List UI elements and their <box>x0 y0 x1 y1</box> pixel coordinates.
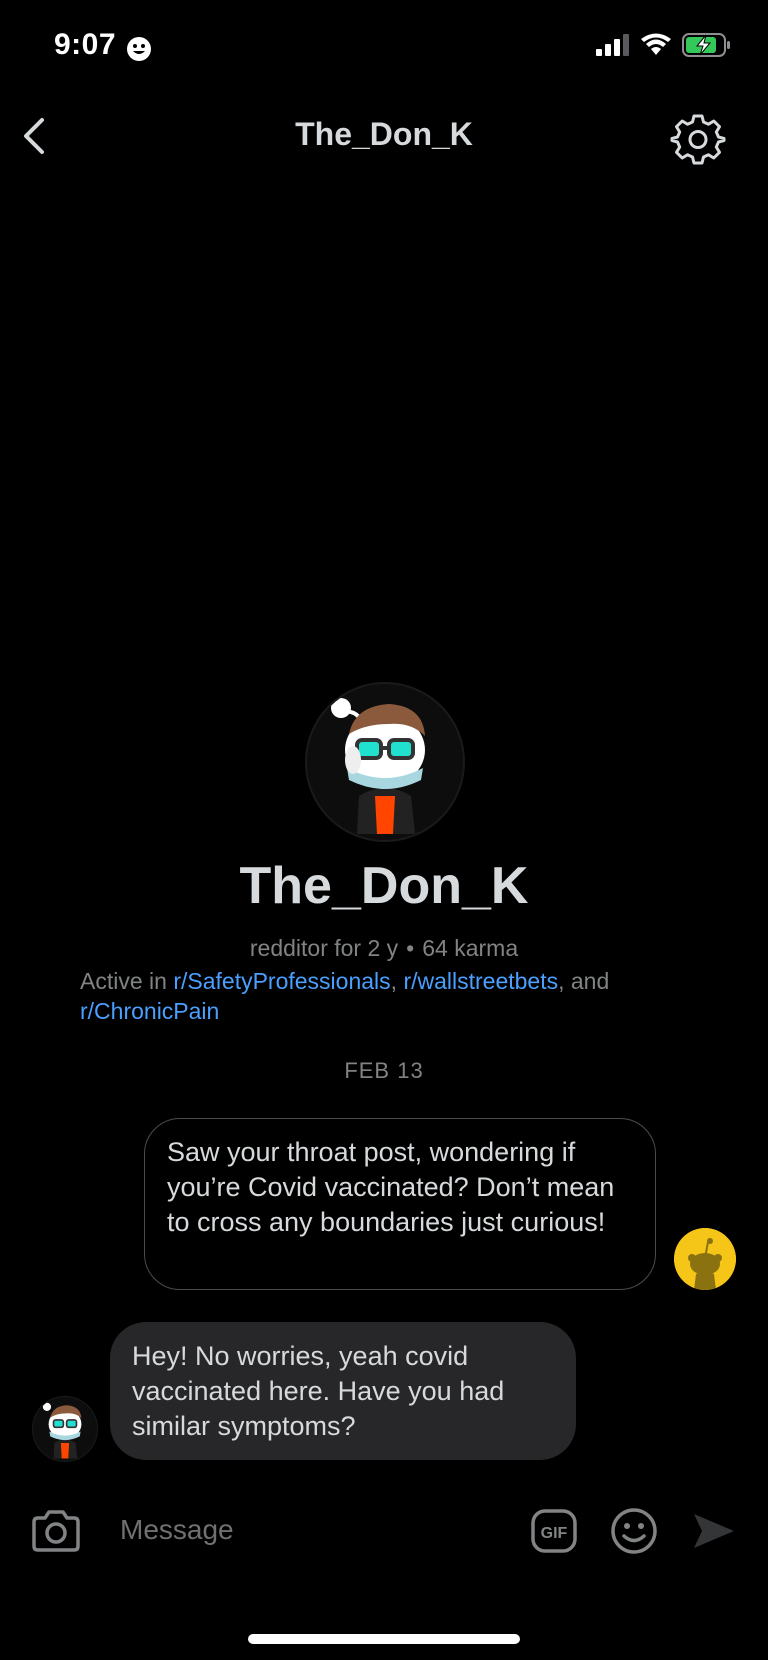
profile-name: The_Don_K <box>239 857 529 915</box>
battery-charging-icon <box>682 33 730 57</box>
subreddit-link-chronicpain[interactable]: r/ChronicPain <box>80 998 219 1024</box>
snoo-default-avatar-icon <box>674 1228 736 1290</box>
send-icon <box>694 1514 734 1548</box>
subreddit-link-safetyprofessionals[interactable]: r/SafetyProfessionals <box>173 968 390 994</box>
outgoing-message-bubble[interactable]: Saw your throat post, wondering if you’r… <box>144 1118 656 1290</box>
incoming-message-bubble[interactable]: Hey! No worries, yeah covid vaccinated h… <box>110 1322 576 1460</box>
cellular-signal-icon <box>596 34 629 56</box>
meta-separator: • <box>406 935 415 961</box>
active-in-prefix: Active in <box>80 968 167 994</box>
list-comma: , <box>390 968 398 994</box>
active-in-communities: Active in r/SafetyProfessionals, r/walls… <box>80 966 700 1026</box>
send-button[interactable] <box>690 1508 738 1554</box>
emoji-button[interactable] <box>609 1506 659 1556</box>
list-and: , and <box>558 968 610 994</box>
snoo-avatar-icon <box>331 698 425 834</box>
message-input[interactable] <box>104 1506 536 1554</box>
emoji-icon <box>611 1508 657 1554</box>
camera-button[interactable] <box>30 1508 82 1554</box>
subreddit-link-wallstreetbets[interactable]: r/wallstreetbets <box>403 968 558 994</box>
user-avatar[interactable] <box>305 682 465 842</box>
snoo-avatar-icon <box>42 1402 82 1459</box>
gif-icon: GIF <box>531 1509 577 1553</box>
status-time: 9:07 <box>54 28 117 61</box>
wifi-icon <box>641 33 671 55</box>
karma-count: 64 karma <box>422 935 519 961</box>
home-indicator[interactable] <box>248 1634 520 1644</box>
header-title: The_Don_K <box>295 116 473 152</box>
gif-button[interactable]: GIF <box>530 1508 578 1554</box>
profile-stats: redditor for 2 y • 64 karma <box>0 935 768 962</box>
self-avatar[interactable] <box>674 1228 736 1290</box>
account-age: redditor for 2 y <box>249 935 399 961</box>
gif-label: GIF <box>541 1525 568 1542</box>
date-separator: FEB 13 <box>344 1058 424 1083</box>
status-icons <box>596 32 732 58</box>
gear-icon <box>670 114 726 165</box>
settings-button[interactable] <box>670 110 726 166</box>
smiley-face-icon <box>127 37 151 61</box>
sender-avatar[interactable] <box>32 1396 98 1462</box>
camera-icon <box>32 1510 80 1552</box>
